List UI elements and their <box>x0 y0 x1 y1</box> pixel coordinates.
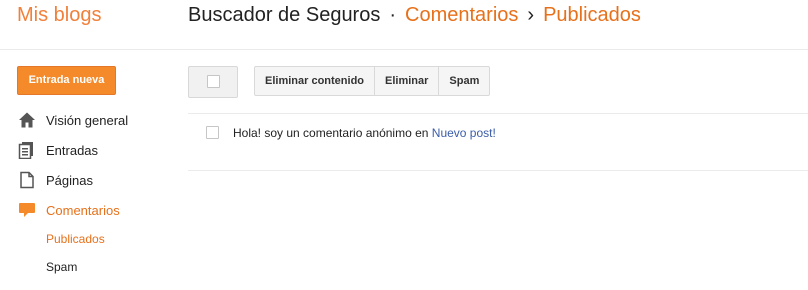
comment-post-link[interactable]: Nuevo post! <box>432 126 496 140</box>
top-header: Mis blogs Buscador de Seguros · Comentario… <box>0 0 808 50</box>
posts-icon <box>18 141 36 160</box>
home-icon <box>18 111 36 129</box>
select-all-checkbox-button[interactable] <box>188 66 238 98</box>
sidebar-item-label: Visión general <box>46 112 129 128</box>
breadcrumb-blog-title[interactable]: Buscador de Seguros <box>188 4 380 26</box>
sidebar-item-overview[interactable]: Visión general <box>18 109 128 131</box>
my-blogs-link[interactable]: Mis blogs <box>17 3 101 27</box>
breadcrumb-separator-dot: · <box>389 4 397 26</box>
delete-content-button[interactable]: Eliminar contenido <box>254 66 376 96</box>
new-post-button[interactable]: Entrada nueva <box>17 66 116 95</box>
breadcrumb-comments[interactable]: Comentarios <box>405 4 518 26</box>
comment-icon <box>18 201 36 219</box>
sidebar-item-pages[interactable]: Páginas <box>18 169 93 191</box>
breadcrumb-separator-arrow: › <box>527 4 535 26</box>
sidebar-subitem-published[interactable]: Publicados <box>46 232 105 246</box>
action-button-group: Eliminar contenido Eliminar Spam <box>254 66 491 96</box>
breadcrumb: Buscador de Seguros · Comentarios › Publicad… <box>188 3 641 27</box>
comment-text: Hola! soy un comentario anónimo en Nuevo… <box>233 126 496 140</box>
sidebar-subitem-spam[interactable]: Spam <box>46 260 77 274</box>
breadcrumb-published[interactable]: Publicados <box>543 4 641 26</box>
sidebar-item-comments[interactable]: Comentarios <box>18 199 120 221</box>
comment-body: Hola! soy un comentario anónimo en <box>233 126 432 140</box>
sidebar-item-posts[interactable]: Entradas <box>18 139 98 161</box>
comment-checkbox[interactable] <box>206 126 219 139</box>
divider <box>188 170 808 171</box>
sidebar-item-label: Entradas <box>46 142 99 158</box>
sidebar-item-label: Páginas <box>46 172 93 188</box>
spam-button[interactable]: Spam <box>439 66 491 96</box>
sidebar-item-label: Comentarios <box>46 202 120 218</box>
comment-row: Hola! soy un comentario anónimo en Nuevo… <box>188 114 808 170</box>
checkbox[interactable] <box>207 75 220 88</box>
page-icon <box>18 171 36 189</box>
delete-button[interactable]: Eliminar <box>375 66 440 96</box>
